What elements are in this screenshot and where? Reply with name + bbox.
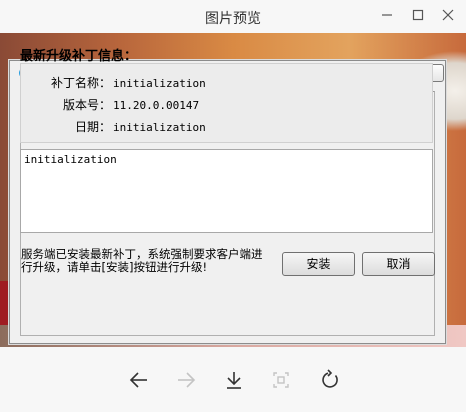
maximize-icon [412,9,424,21]
date-label: 日期： [74,120,111,134]
download-button[interactable] [222,369,246,391]
previous-button[interactable] [127,369,151,391]
version-row: 版本号： 11.20.0.00147 [21,96,199,113]
next-button[interactable] [174,369,198,391]
preview-toolbar [0,347,466,412]
patch-description-textarea[interactable]: initialization [20,149,433,233]
rotate-button[interactable] [318,369,342,391]
patch-info-box: 补丁名称： initialization 版本号： 11.20.0.00147 日期… [20,63,433,143]
patch-name-row: 补丁名称： initialization [21,74,206,91]
minimize-button[interactable] [375,4,399,26]
close-icon [442,9,454,21]
date-value: initialization [113,121,206,134]
patch-name-value: initialization [113,77,206,90]
section-title: 最新升级补丁信息： [20,49,138,64]
title-bar: 图片预览 [0,0,466,33]
download-icon [227,372,241,389]
minimize-icon [382,14,392,16]
maximize-button[interactable] [406,4,430,26]
fit-screen-button[interactable] [269,369,293,391]
version-label: 版本号： [62,98,111,112]
version-value: 11.20.0.00147 [113,99,200,112]
upgrade-notice: 服务端已安装最新补丁，系统强制要求客户端进行升级，请单击[安装]按钮进行升级! [21,247,263,274]
date-row: 日期： initialization [21,118,206,135]
fit-screen-icon [273,372,289,388]
close-window-button[interactable] [436,4,460,26]
arrow-right-icon [178,372,196,388]
install-button[interactable]: 安装 [282,252,355,276]
patch-name-label: 补丁名称： [50,76,111,90]
arrow-left-icon [129,372,147,388]
cancel-button[interactable]: 取消 [362,252,435,276]
rotate-icon [322,369,338,388]
